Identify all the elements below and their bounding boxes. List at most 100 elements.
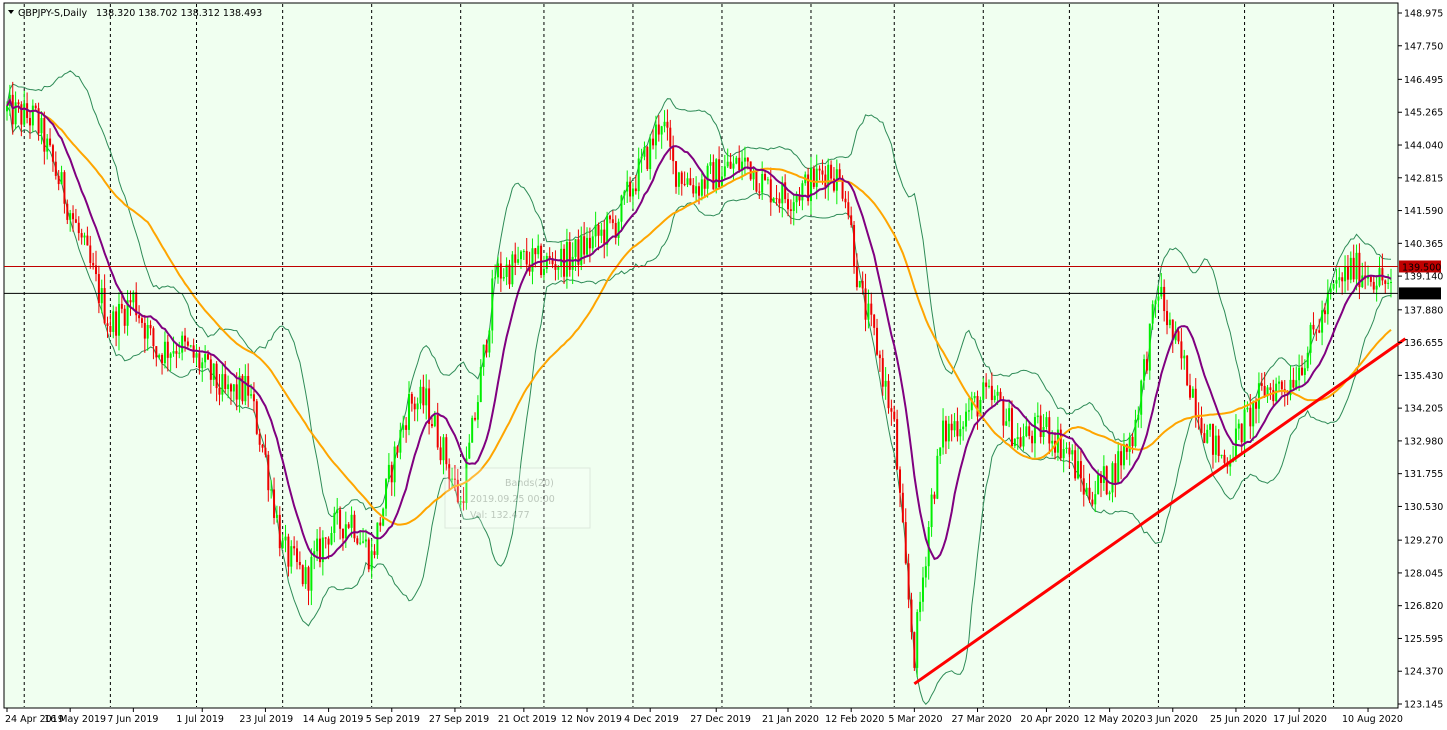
y-axis-tick-label: 137.880: [1404, 305, 1443, 316]
candle-body: [743, 157, 746, 162]
candle-body: [588, 237, 591, 249]
candle-body: [1128, 436, 1131, 452]
candle-body: [663, 121, 666, 127]
candle-body: [83, 235, 86, 238]
candle-body: [149, 325, 152, 329]
candle-body: [1341, 277, 1344, 282]
candle-body: [356, 538, 359, 544]
candle-body: [1177, 331, 1180, 342]
candle-body: [620, 195, 623, 222]
candle-body: [511, 254, 514, 285]
candle-body: [830, 164, 833, 179]
candle-body: [479, 366, 482, 403]
candle-body: [235, 384, 238, 400]
candle-body: [1019, 437, 1022, 447]
candle-body: [497, 263, 500, 278]
x-axis-tick-label: 5 Mar 2020: [888, 714, 942, 725]
candle-body: [471, 417, 474, 443]
candle-body: [933, 494, 936, 499]
candle-body: [14, 102, 17, 125]
candle-body: [749, 161, 752, 180]
candle-body: [1292, 379, 1295, 388]
candle-body: [755, 171, 758, 192]
candle-body: [393, 446, 396, 483]
candle-body: [545, 255, 548, 270]
candle-body: [1255, 401, 1258, 409]
x-axis-tick-label: 27 Dec 2019: [690, 714, 751, 725]
y-axis-tick-label: 135.430: [1404, 371, 1443, 382]
candle-body: [1280, 381, 1283, 390]
candle-body: [858, 281, 861, 288]
candle-body: [634, 188, 637, 192]
candle-body: [568, 241, 571, 270]
candle-body: [916, 612, 919, 668]
candle-body: [143, 322, 146, 339]
candle-body: [1033, 417, 1036, 444]
candle-body: [57, 175, 60, 185]
candle-body: [867, 303, 870, 320]
candle-body: [502, 276, 505, 279]
candle-body: [11, 94, 14, 125]
candle-body: [275, 514, 278, 518]
y-axis-tick-label: 147.750: [1404, 41, 1443, 52]
price-level-label: 138.493: [1402, 289, 1441, 300]
candle-body: [542, 269, 545, 276]
candle-body: [221, 374, 224, 395]
candle-body: [884, 380, 887, 387]
candle-body: [201, 362, 204, 369]
candle-body: [405, 425, 408, 430]
candle-body: [1243, 409, 1246, 443]
candle-body: [718, 159, 721, 188]
candle-body: [1217, 435, 1220, 456]
y-axis-tick-label: 129.270: [1404, 536, 1443, 547]
candle-body: [287, 536, 290, 567]
candle-body: [97, 274, 100, 304]
ohlc-values: 138.320 138.702 138.312 138.493: [96, 8, 262, 19]
y-axis-tick-label: 128.045: [1404, 568, 1443, 579]
candle-body: [491, 278, 494, 331]
x-axis-tick-label: 27 Sep 2019: [429, 714, 489, 725]
candle-body: [1013, 439, 1016, 447]
candle-body: [422, 386, 425, 406]
candle-body: [212, 363, 215, 380]
candle-body: [1209, 423, 1212, 430]
candle-body: [698, 186, 700, 196]
candle-body: [580, 236, 583, 265]
candle-body: [878, 354, 881, 359]
candle-body: [890, 408, 893, 412]
candle-body: [514, 254, 517, 263]
candle-body: [629, 181, 632, 197]
candle-body: [982, 382, 985, 400]
candle-body: [1091, 499, 1094, 505]
candle-body: [178, 352, 181, 354]
candle-body: [583, 236, 586, 255]
candle-body: [1263, 385, 1266, 397]
candle-body: [921, 577, 924, 602]
candle-body: [330, 533, 333, 545]
candle-body: [1045, 417, 1048, 427]
candle-body: [1186, 355, 1189, 386]
x-axis-tick-label: 14 Aug 2019: [303, 714, 364, 725]
candle-body: [66, 203, 69, 220]
candle-body: [649, 138, 652, 170]
candle-body: [965, 411, 968, 427]
candle-body: [626, 181, 629, 192]
candle-body: [390, 464, 393, 483]
candle-body: [252, 394, 255, 402]
candle-body: [115, 311, 118, 336]
candle-body: [913, 632, 916, 668]
candle-body: [985, 382, 988, 387]
candle-body: [990, 385, 993, 401]
candle-body: [1065, 447, 1068, 449]
candle-body: [1071, 450, 1074, 455]
x-axis-tick-label: 21 Jan 2020: [762, 714, 819, 725]
candle-body: [324, 537, 327, 539]
candle-body: [660, 126, 663, 135]
candle-body: [586, 237, 589, 255]
candle-body: [847, 202, 850, 216]
candle-body: [646, 146, 649, 170]
candle-body: [281, 540, 284, 549]
price-chart[interactable]: 139.500138.493 148.975147.750146.495145.…: [0, 0, 1447, 730]
candle-body: [485, 344, 488, 353]
candle-body: [603, 229, 606, 245]
